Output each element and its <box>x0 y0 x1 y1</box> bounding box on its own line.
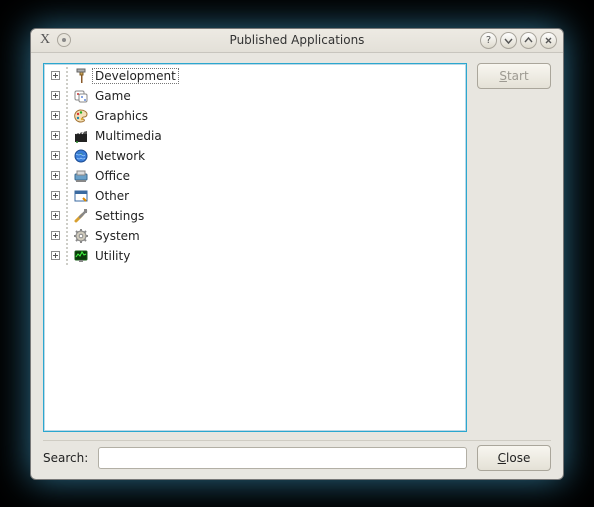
close-button-mnemonic: C <box>498 451 506 465</box>
tree-guide <box>64 146 70 166</box>
tree-item-label: System <box>92 228 143 244</box>
expander-icon[interactable] <box>51 91 60 100</box>
tree-item-development[interactable]: Development <box>44 66 466 86</box>
expander-icon[interactable] <box>51 231 60 240</box>
window-icon <box>72 187 90 205</box>
tree-guide <box>64 226 70 246</box>
tree-item-network[interactable]: Network <box>44 146 466 166</box>
clapper-icon <box>72 127 90 145</box>
expander-icon[interactable] <box>51 71 60 80</box>
tree-guide <box>64 106 70 126</box>
tree-guide <box>64 66 70 86</box>
tree-item-system[interactable]: System <box>44 226 466 246</box>
hammer-icon <box>72 67 90 85</box>
tree-item-other[interactable]: Other <box>44 186 466 206</box>
tree-item-label: Development <box>92 68 179 84</box>
category-tree[interactable]: Development Game Graphics Multimedia Network… <box>43 63 467 432</box>
maximize-button[interactable] <box>520 32 537 49</box>
expander-icon[interactable] <box>51 191 60 200</box>
sticky-toggle-icon[interactable] <box>57 33 71 47</box>
tree-item-graphics[interactable]: Graphics <box>44 106 466 126</box>
close-button[interactable]: Close <box>477 445 551 471</box>
tree-item-label: Graphics <box>92 108 151 124</box>
search-label: Search: <box>43 451 88 465</box>
tools-icon <box>72 207 90 225</box>
typewriter-icon <box>72 167 90 185</box>
tree-item-office[interactable]: Office <box>44 166 466 186</box>
tree-item-label: Settings <box>92 208 147 224</box>
start-button-mnemonic: S <box>499 69 507 83</box>
tree-item-label: Utility <box>92 248 133 264</box>
title-bar: X Published Applications ? <box>31 29 563 53</box>
tree-guide <box>64 126 70 146</box>
expander-icon[interactable] <box>51 251 60 260</box>
expander-icon[interactable] <box>51 131 60 140</box>
tree-guide <box>64 246 70 266</box>
tree-guide <box>64 86 70 106</box>
expander-icon[interactable] <box>51 151 60 160</box>
tree-item-multimedia[interactable]: Multimedia <box>44 126 466 146</box>
search-input[interactable] <box>98 447 467 469</box>
start-button: Start <box>477 63 551 89</box>
expander-icon[interactable] <box>51 111 60 120</box>
dice-icon <box>72 87 90 105</box>
expander-icon[interactable] <box>51 211 60 220</box>
palette-icon <box>72 107 90 125</box>
tree-item-label: Network <box>92 148 148 164</box>
tree-item-settings[interactable]: Settings <box>44 206 466 226</box>
tree-item-label: Other <box>92 188 132 204</box>
expander-icon[interactable] <box>51 171 60 180</box>
tree-guide <box>64 186 70 206</box>
globe-icon <box>72 147 90 165</box>
help-button[interactable]: ? <box>480 32 497 49</box>
tree-guide <box>64 166 70 186</box>
tree-item-label: Game <box>92 88 134 104</box>
app-icon: X <box>37 32 53 48</box>
monitor-icon <box>72 247 90 265</box>
tree-item-game[interactable]: Game <box>44 86 466 106</box>
tree-item-label: Office <box>92 168 133 184</box>
minimize-button[interactable] <box>500 32 517 49</box>
tree-item-label: Multimedia <box>92 128 165 144</box>
window: X Published Applications ? Development Ga… <box>30 28 564 480</box>
gear-icon <box>72 227 90 245</box>
close-window-button[interactable] <box>540 32 557 49</box>
tree-guide <box>64 206 70 226</box>
tree-item-utility[interactable]: Utility <box>44 246 466 266</box>
